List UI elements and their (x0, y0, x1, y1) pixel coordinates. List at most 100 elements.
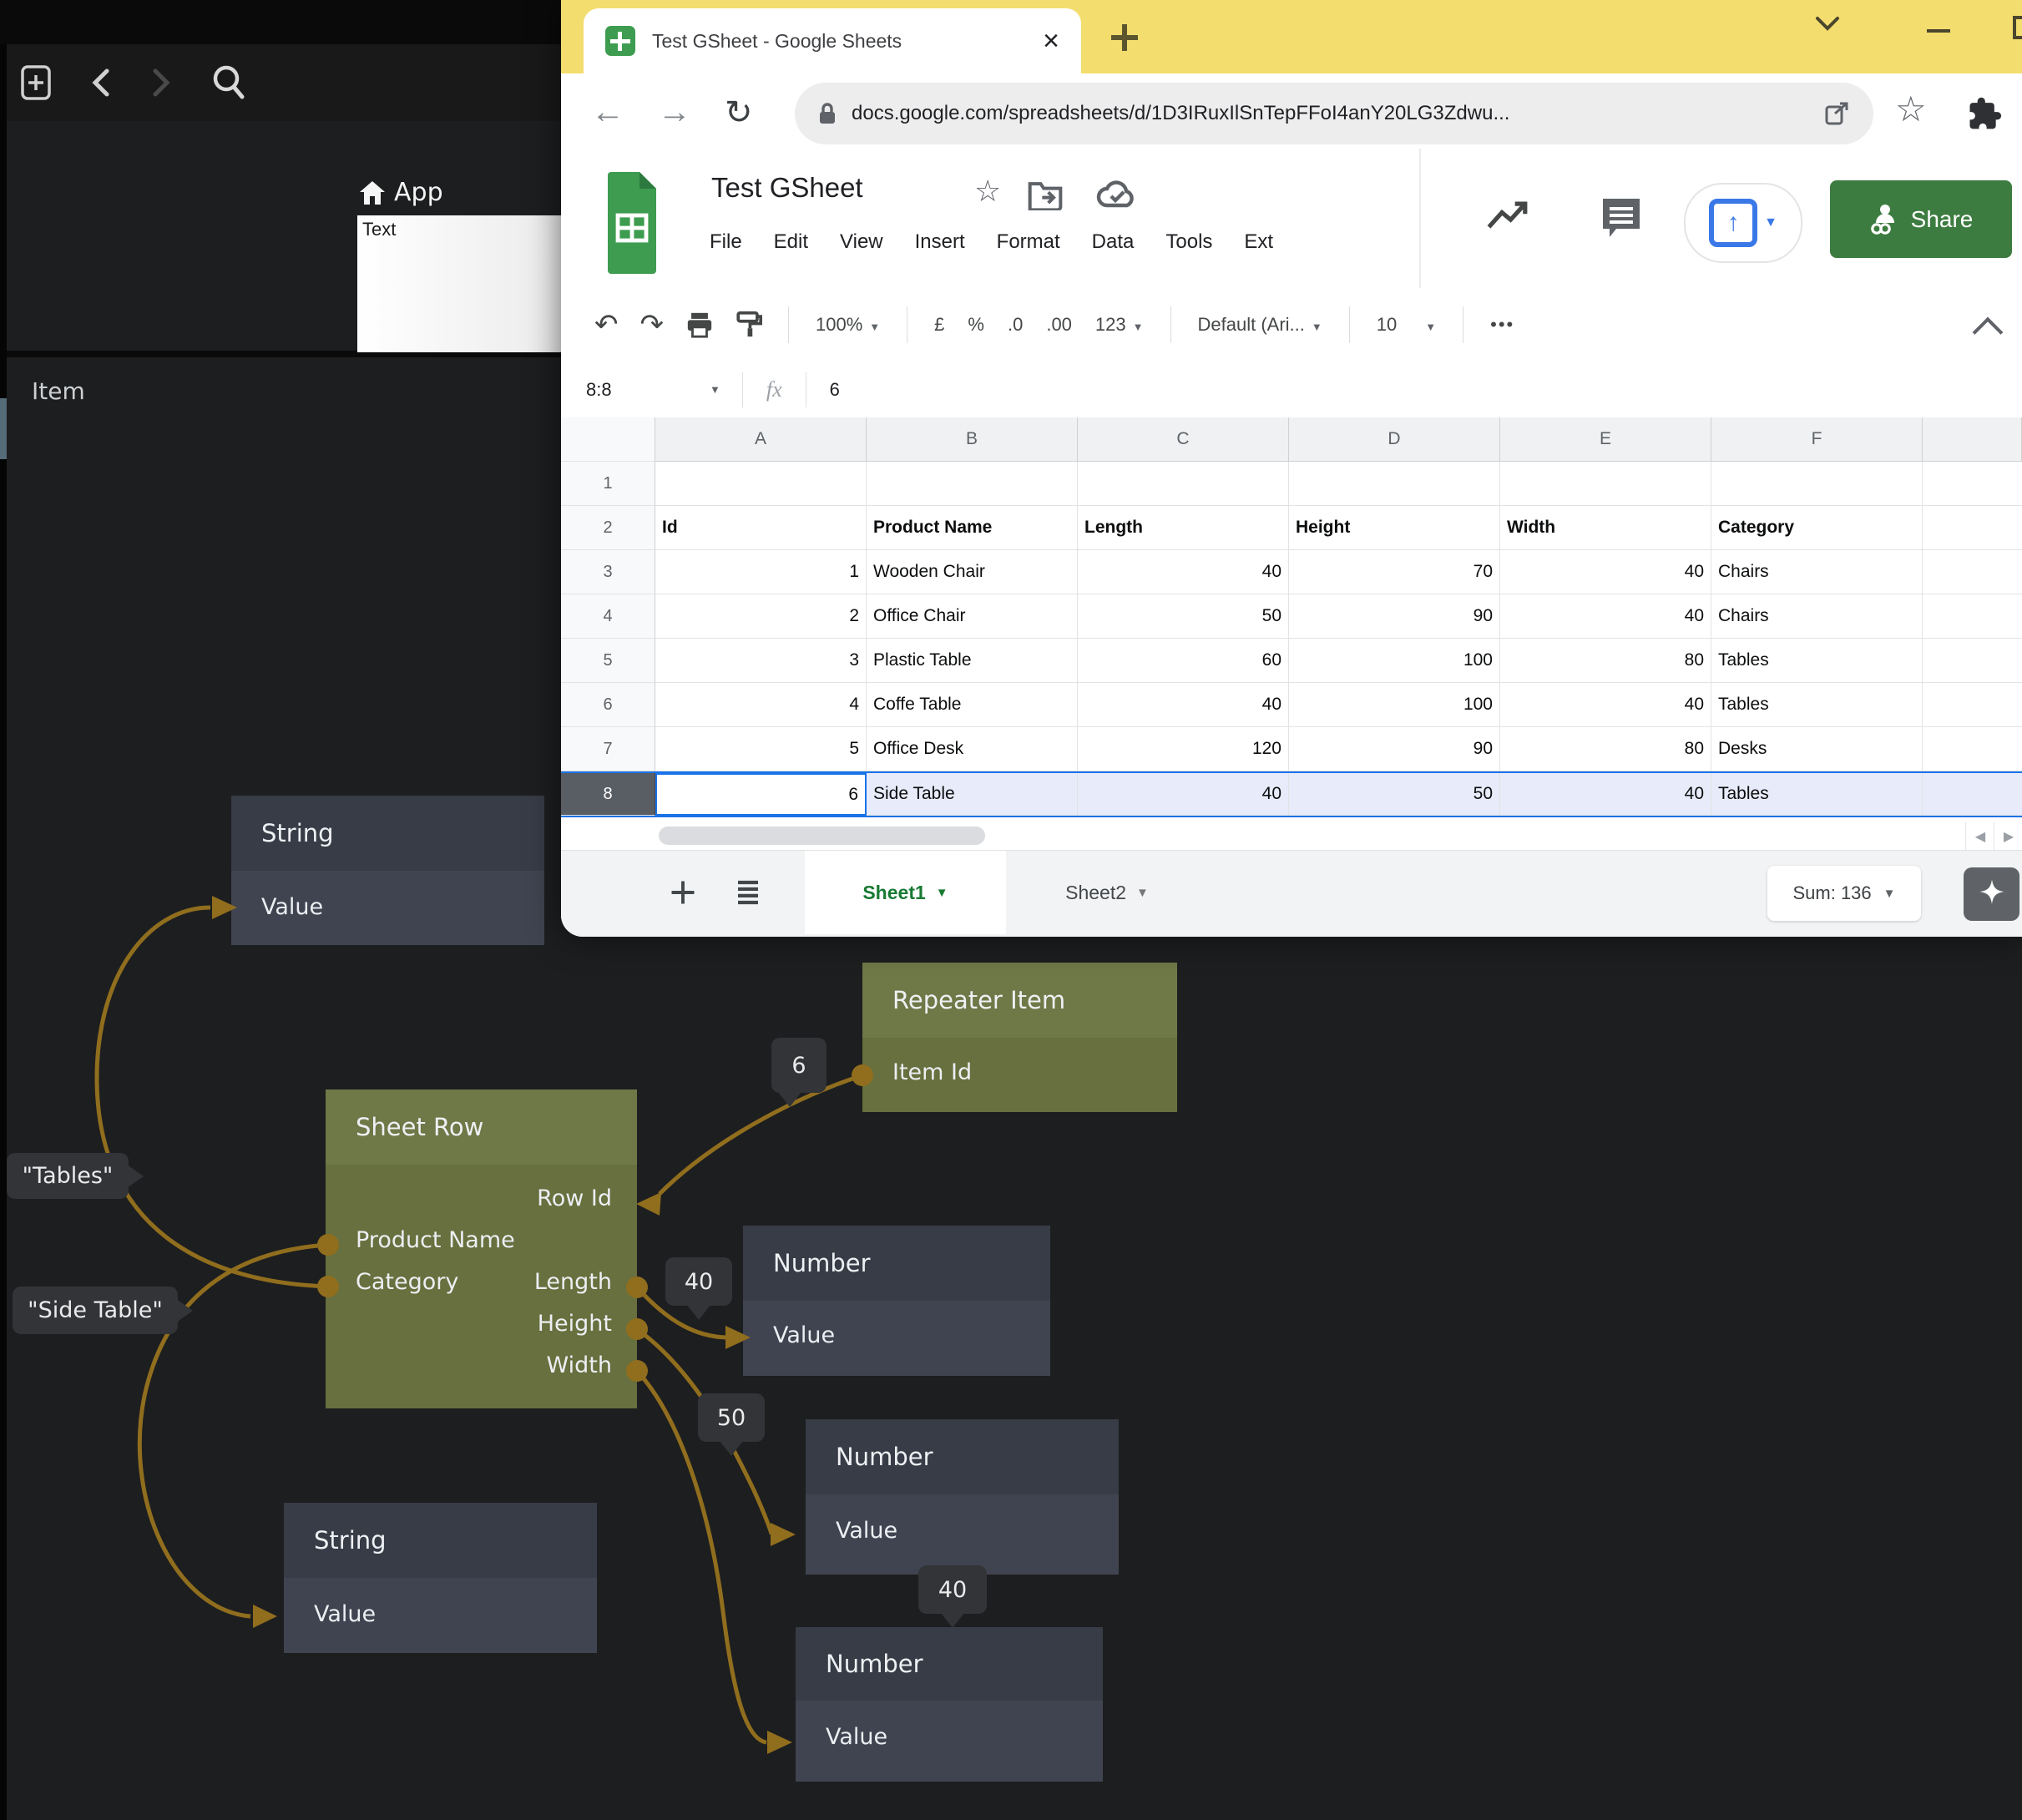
cell[interactable] (1923, 639, 2022, 683)
name-box[interactable]: 8:8 (586, 379, 703, 401)
cell[interactable]: 80 (1500, 727, 1711, 771)
menu-data[interactable]: Data (1092, 230, 1135, 254)
col-header-D[interactable]: D (1289, 417, 1500, 462)
app-root-item[interactable]: App (359, 178, 443, 207)
cell[interactable]: Product Name (867, 506, 1078, 550)
cell[interactable]: 4 (655, 683, 867, 727)
browser-forward-icon[interactable]: → (658, 94, 691, 131)
col-header-partial[interactable] (1923, 417, 2022, 462)
col-header-A[interactable]: A (655, 417, 867, 462)
cell[interactable]: 40 (1078, 773, 1289, 816)
paint-format-icon[interactable] (736, 311, 762, 339)
tab-sheet2[interactable]: Sheet2▼ (1038, 851, 1176, 934)
row-header[interactable]: 5 (561, 639, 655, 683)
menu-insert[interactable]: Insert (915, 230, 965, 254)
node-number-3[interactable]: Number Value (796, 1627, 1103, 1782)
port-label-length[interactable]: Length (534, 1269, 612, 1295)
number-format-select[interactable]: 123▼ (1095, 314, 1144, 336)
new-node-icon[interactable] (20, 64, 52, 101)
font-size-select[interactable]: 10▼ (1377, 314, 1436, 336)
text-widget-preview[interactable]: Text (357, 215, 561, 352)
cell[interactable]: 40 (1500, 773, 1711, 816)
cell[interactable]: Tables (1711, 683, 1923, 727)
sum-status[interactable]: Sum: 136▼ (1767, 866, 1921, 921)
cell[interactable]: 50 (1289, 773, 1500, 816)
browser-tab[interactable]: Test GSheet - Google Sheets × (584, 8, 1081, 73)
bookmark-star-icon[interactable]: ☆ (1895, 88, 1927, 129)
cell[interactable] (1923, 773, 2022, 816)
row-header[interactable]: 1 (561, 462, 655, 506)
node-string-1[interactable]: String Value (231, 796, 544, 945)
document-title[interactable]: Test GSheet (711, 172, 863, 204)
cell[interactable]: 2 (655, 594, 867, 639)
row-header[interactable]: 3 (561, 550, 655, 594)
decrease-decimals-button[interactable]: .0 (1008, 314, 1023, 336)
extensions-icon[interactable] (1965, 95, 2002, 132)
redo-icon[interactable]: ↷ (640, 308, 665, 341)
menu-format[interactable]: Format (997, 230, 1060, 254)
tab-close-icon[interactable]: × (1043, 25, 1059, 58)
cell[interactable]: 5 (655, 727, 867, 771)
node-sheet-row[interactable]: Sheet Row Row Id Product Name Category L… (326, 1089, 637, 1408)
cell[interactable]: 3 (655, 639, 867, 683)
browser-reload-icon[interactable]: ↻ (725, 94, 753, 132)
explore-button[interactable] (1964, 867, 2019, 921)
cell[interactable]: Wooden Chair (867, 550, 1078, 594)
formula-input[interactable]: 6 (830, 379, 840, 401)
cell[interactable]: 40 (1500, 550, 1711, 594)
collapse-toolbar-icon[interactable] (1973, 317, 2004, 348)
cell[interactable] (1500, 462, 1711, 506)
cell[interactable] (1923, 462, 2022, 506)
sheet1-menu-icon[interactable]: ▼ (936, 886, 948, 900)
row-header[interactable]: 4 (561, 594, 655, 639)
node-repeater-item[interactable]: Repeater Item Item Id (862, 963, 1177, 1112)
cell[interactable]: Category (1711, 506, 1923, 550)
row-header[interactable]: 8 (561, 773, 655, 816)
port-label-height[interactable]: Height (538, 1311, 612, 1337)
cell[interactable]: 120 (1078, 727, 1289, 771)
row-header[interactable]: 7 (561, 727, 655, 771)
menu-edit[interactable]: Edit (774, 230, 808, 254)
cell[interactable]: 1 (655, 550, 867, 594)
present-button[interactable]: ↑ ▼ (1684, 183, 1802, 263)
cell[interactable]: 80 (1500, 639, 1711, 683)
port-label-width[interactable]: Width (547, 1352, 612, 1378)
cell[interactable]: 40 (1500, 594, 1711, 639)
comment-icon[interactable] (1598, 194, 1645, 240)
window-minimize-icon[interactable] (1925, 10, 1954, 52)
menu-view[interactable]: View (840, 230, 883, 254)
trending-chart-icon[interactable] (1486, 199, 1529, 232)
new-tab-icon[interactable] (1108, 21, 1141, 54)
increase-decimals-button[interactable]: .00 (1046, 314, 1072, 336)
row-header[interactable]: 6 (561, 683, 655, 727)
back-icon[interactable] (90, 68, 112, 98)
cell[interactable] (1711, 462, 1923, 506)
node-number-1[interactable]: Number Value (743, 1226, 1050, 1376)
format-currency-button[interactable]: £ (934, 314, 944, 336)
port-label-value[interactable]: Value (773, 1322, 835, 1348)
cell[interactable] (1923, 550, 2022, 594)
cell[interactable] (1923, 594, 2022, 639)
col-header-F[interactable]: F (1711, 417, 1923, 462)
window-maximize-icon[interactable] (2012, 7, 2022, 48)
port-label-value[interactable]: Value (836, 1518, 897, 1544)
cell[interactable]: Width (1500, 506, 1711, 550)
cell[interactable] (655, 462, 867, 506)
cell[interactable] (1289, 462, 1500, 506)
cell[interactable]: 60 (1078, 639, 1289, 683)
cell[interactable]: 90 (1289, 727, 1500, 771)
cell[interactable]: 100 (1289, 639, 1500, 683)
cell[interactable] (1923, 727, 2022, 771)
cell[interactable]: Chairs (1711, 550, 1923, 594)
active-cell[interactable]: 6 (655, 773, 867, 816)
cell[interactable]: Office Chair (867, 594, 1078, 639)
all-sheets-icon[interactable] (733, 877, 763, 907)
undo-icon[interactable]: ↶ (594, 308, 619, 341)
font-select[interactable]: Default (Ari...▼ (1198, 314, 1322, 336)
item-label[interactable]: Item (32, 377, 85, 405)
format-percent-button[interactable]: % (968, 314, 984, 336)
print-icon[interactable] (685, 311, 714, 339)
hscrollbar-thumb[interactable] (659, 827, 985, 845)
cell[interactable] (867, 462, 1078, 506)
cell[interactable]: 40 (1500, 683, 1711, 727)
